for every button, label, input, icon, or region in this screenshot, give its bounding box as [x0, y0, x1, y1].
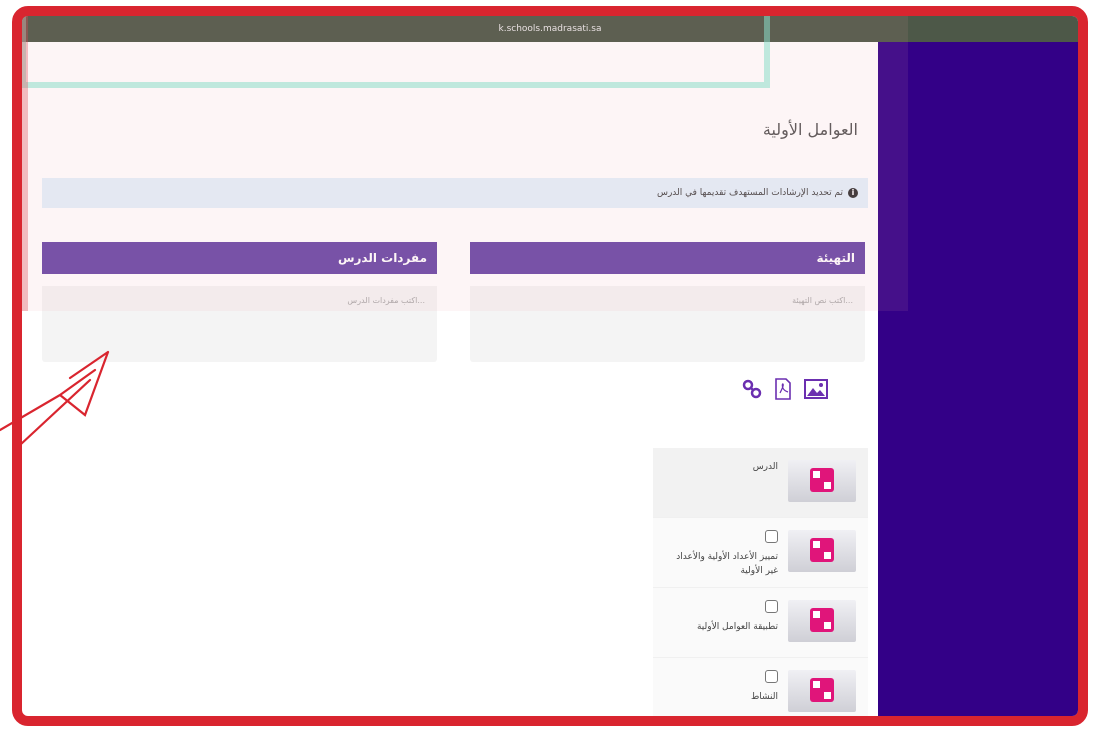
- side-panel: [878, 42, 1078, 716]
- item-label: تمييز الأعداد الأولية والأعداد غير الأول…: [676, 552, 778, 576]
- item-checkbox[interactable]: [765, 530, 778, 543]
- list-item[interactable]: الدرس: [653, 448, 868, 518]
- attachment-toolbar: [742, 378, 828, 405]
- item-thumbnail: [788, 460, 856, 502]
- list-item[interactable]: النشاط: [653, 658, 868, 716]
- item-label: الدرس: [752, 462, 778, 472]
- app-logo-icon: [810, 608, 834, 632]
- link-icon[interactable]: [742, 379, 762, 404]
- item-thumbnail: [788, 600, 856, 642]
- window-frame: k.schools.madrasati.sa العوامل الأولية ت…: [12, 6, 1088, 726]
- item-label: النشاط: [750, 692, 778, 702]
- app-logo-icon: [810, 678, 834, 702]
- item-thumbnail: [788, 670, 856, 712]
- list-item[interactable]: تطبيقة العوامل الأولية: [653, 588, 868, 658]
- highlight-overlay: [22, 16, 908, 311]
- list-item[interactable]: تمييز الأعداد الأولية والأعداد غير الأول…: [653, 518, 868, 588]
- app-logo-icon: [810, 538, 834, 562]
- item-checkbox[interactable]: [765, 600, 778, 613]
- annotation-arrow-icon: [0, 350, 110, 447]
- image-icon[interactable]: [804, 379, 828, 404]
- lesson-items-list: الدرس تمييز الأعداد الأولية والأعداد غير…: [653, 448, 868, 716]
- pdf-icon[interactable]: [774, 378, 792, 405]
- item-checkbox[interactable]: [765, 670, 778, 683]
- item-label: تطبيقة العوامل الأولية: [696, 622, 778, 632]
- app-logo-icon: [810, 468, 834, 492]
- item-thumbnail: [788, 530, 856, 572]
